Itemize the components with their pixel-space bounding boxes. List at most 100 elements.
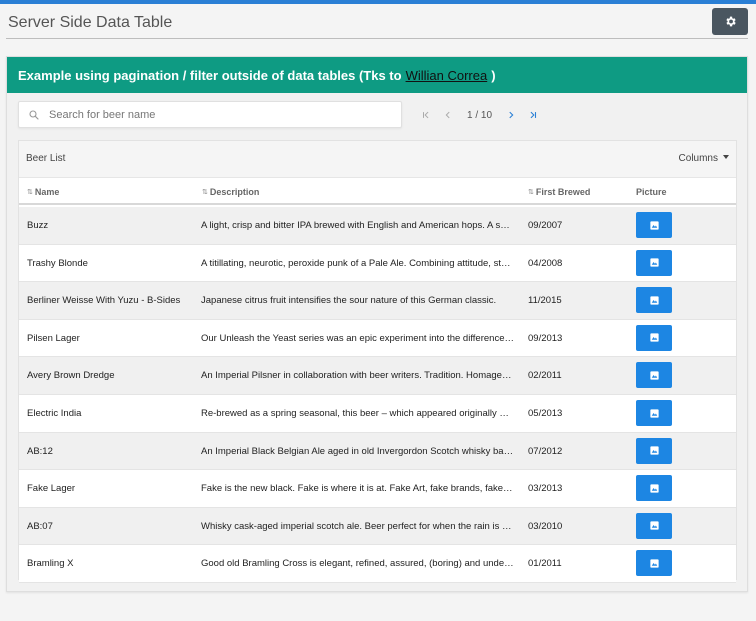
- image-icon: [649, 220, 659, 230]
- sort-icon: ⇅: [202, 189, 208, 196]
- columns-label: Columns: [678, 153, 718, 164]
- search-input[interactable]: [49, 105, 389, 125]
- cell-description-text: Fake is the new black. Fake is where it …: [201, 483, 514, 495]
- gear-icon: [725, 16, 736, 27]
- author-link[interactable]: Willian Correa: [406, 68, 488, 83]
- caret-down-icon: [723, 155, 729, 159]
- table-row[interactable]: Bramling X Good old Bramling Cross is ele…: [19, 545, 736, 583]
- page-info: 1 / 10: [467, 109, 493, 121]
- cell-name: Electric India: [27, 408, 82, 419]
- table-row[interactable]: Trashy Blonde A titillating, neurotic, pe…: [19, 244, 736, 283]
- cell-description-text: Good old Bramling Cross is elegant, refi…: [201, 558, 514, 570]
- sort-icon: ⇅: [27, 189, 33, 196]
- image-icon: [649, 296, 659, 305]
- column-header-description[interactable]: ⇅ Description: [202, 187, 259, 197]
- table-row[interactable]: Avery Brown Dredge An Imperial Pilsner in…: [19, 357, 736, 395]
- cell-description-text: Re-brewed as a spring seasonal, this bee…: [201, 408, 514, 419]
- table-row[interactable]: Fake Lager Fake is the new black. Fake is…: [19, 470, 736, 508]
- column-header-name-label: Name: [34, 187, 60, 197]
- search-icon: [28, 108, 40, 126]
- pagination: 1 / 10: [415, 107, 544, 123]
- chevron-right-icon: [509, 111, 514, 119]
- card-header-text: Example using pagination / filter outsid…: [18, 67, 402, 83]
- column-header-description-label: Description: [209, 187, 260, 197]
- cell-first-brewed: 01/2011: [528, 558, 562, 570]
- beer-table: Beer List Columns ⇅ Name ⇅ Description ⇅…: [18, 140, 737, 583]
- card-header: Example using pagination / filter outsid…: [7, 57, 747, 93]
- cell-description: An Imperial Black Belgian Ale aged in ol…: [201, 433, 514, 470]
- column-header-picture: Picture: [636, 187, 667, 197]
- cell-name: Fake Lager: [27, 483, 76, 495]
- picture-button[interactable]: [636, 249, 672, 276]
- picture-button[interactable]: [636, 550, 672, 577]
- cell-description: Good old Bramling Cross is elegant, refi…: [201, 545, 514, 582]
- example-card: Example using pagination / filter outsid…: [6, 56, 748, 592]
- image-icon: [649, 484, 659, 493]
- cell-description: Fake is the new black. Fake is where it …: [201, 470, 514, 507]
- cell-name: Trashy Blonde: [27, 257, 88, 269]
- table-toolbar: Beer List Columns: [19, 141, 736, 178]
- cell-name: Avery Brown Dredge: [27, 370, 115, 382]
- cell-first-brewed: 09/2007: [528, 220, 563, 231]
- cell-name: Berliner Weisse With Yuzu - B-Sides: [27, 295, 181, 307]
- image-icon: [649, 408, 659, 418]
- column-header-picture-label: Picture: [636, 187, 667, 197]
- cell-name: Pilsen Lager: [27, 332, 80, 344]
- cell-name: AB:07: [27, 520, 53, 532]
- prev-page-button[interactable]: [437, 107, 459, 123]
- table-row[interactable]: Electric India Re-brewed as a spring seas…: [19, 395, 736, 433]
- last-page-button[interactable]: [522, 107, 544, 123]
- column-header-first-brewed-label: First Brewed: [535, 187, 591, 197]
- table-title: Beer List: [26, 153, 66, 164]
- settings-button[interactable]: [712, 8, 748, 35]
- table-row[interactable]: Buzz A light, crisp and bitter IPA brewed…: [19, 207, 736, 245]
- table-row[interactable]: AB:12 An Imperial Black Belgian Ale aged …: [19, 432, 736, 471]
- chevron-left-icon: [445, 111, 450, 119]
- picture-button[interactable]: [636, 400, 672, 426]
- table-header: ⇅ Name ⇅ Description ⇅ First Brewed Pict…: [19, 178, 736, 205]
- page-header: Server Side Data Table: [6, 4, 748, 39]
- cell-first-brewed: 02/2011: [528, 370, 562, 382]
- image-icon: [649, 333, 659, 342]
- cell-name: Bramling X: [27, 558, 74, 570]
- picture-button[interactable]: [636, 512, 672, 539]
- cell-first-brewed: 04/2008: [528, 257, 563, 269]
- image-icon: [649, 559, 659, 568]
- cell-description: Japanese citrus fruit intensifies the so…: [201, 282, 514, 319]
- first-page-button[interactable]: [415, 107, 437, 123]
- columns-menu-button[interactable]: Columns: [679, 153, 729, 164]
- first-page-icon: [423, 111, 429, 119]
- picture-button[interactable]: [636, 287, 672, 314]
- cell-name: Buzz: [27, 220, 49, 231]
- table-row[interactable]: Pilsen Lager Our Unleash the Yeast series…: [19, 319, 736, 358]
- cell-description-text: Our Unleash the Yeast series was an epic…: [201, 332, 514, 344]
- picture-button[interactable]: [636, 324, 672, 351]
- column-header-first-brewed[interactable]: ⇅ First Brewed: [528, 187, 590, 197]
- picture-button[interactable]: [636, 212, 672, 238]
- next-page-button[interactable]: [500, 107, 522, 123]
- cell-description-text: A light, crisp and bitter IPA brewed wit…: [201, 220, 514, 231]
- table-row[interactable]: Berliner Weisse With Yuzu - B-Sides Japan…: [19, 282, 736, 320]
- table-row[interactable]: AB:07 Whisky cask-aged imperial scotch al…: [19, 507, 736, 546]
- cell-description: A titillating, neurotic, peroxide punk o…: [201, 245, 514, 282]
- picture-button[interactable]: [636, 362, 672, 389]
- image-icon: [649, 371, 659, 380]
- sort-icon: ⇅: [528, 189, 534, 196]
- search-box: [18, 101, 402, 128]
- cell-first-brewed: 09/2013: [528, 332, 563, 344]
- cell-description: Whisky cask-aged imperial scotch ale. Be…: [201, 508, 514, 545]
- cell-name: AB:12: [27, 445, 53, 457]
- picture-button[interactable]: [636, 475, 672, 502]
- picture-button[interactable]: [636, 437, 672, 464]
- cell-first-brewed: 03/2010: [528, 520, 563, 532]
- last-page-icon: [530, 111, 537, 119]
- card-header-suffix: ): [491, 67, 496, 83]
- cell-first-brewed: 11/2015: [528, 295, 562, 307]
- cell-description-text: Whisky cask-aged imperial scotch ale. Be…: [201, 520, 514, 532]
- cell-first-brewed: 05/2013: [528, 408, 563, 419]
- image-icon: [649, 446, 659, 455]
- cell-description: A light, crisp and bitter IPA brewed wit…: [201, 207, 514, 244]
- column-header-name[interactable]: ⇅ Name: [27, 187, 59, 197]
- cell-description-text: An Imperial Pilsner in collaboration wit…: [201, 370, 514, 382]
- cell-first-brewed: 07/2012: [528, 445, 563, 457]
